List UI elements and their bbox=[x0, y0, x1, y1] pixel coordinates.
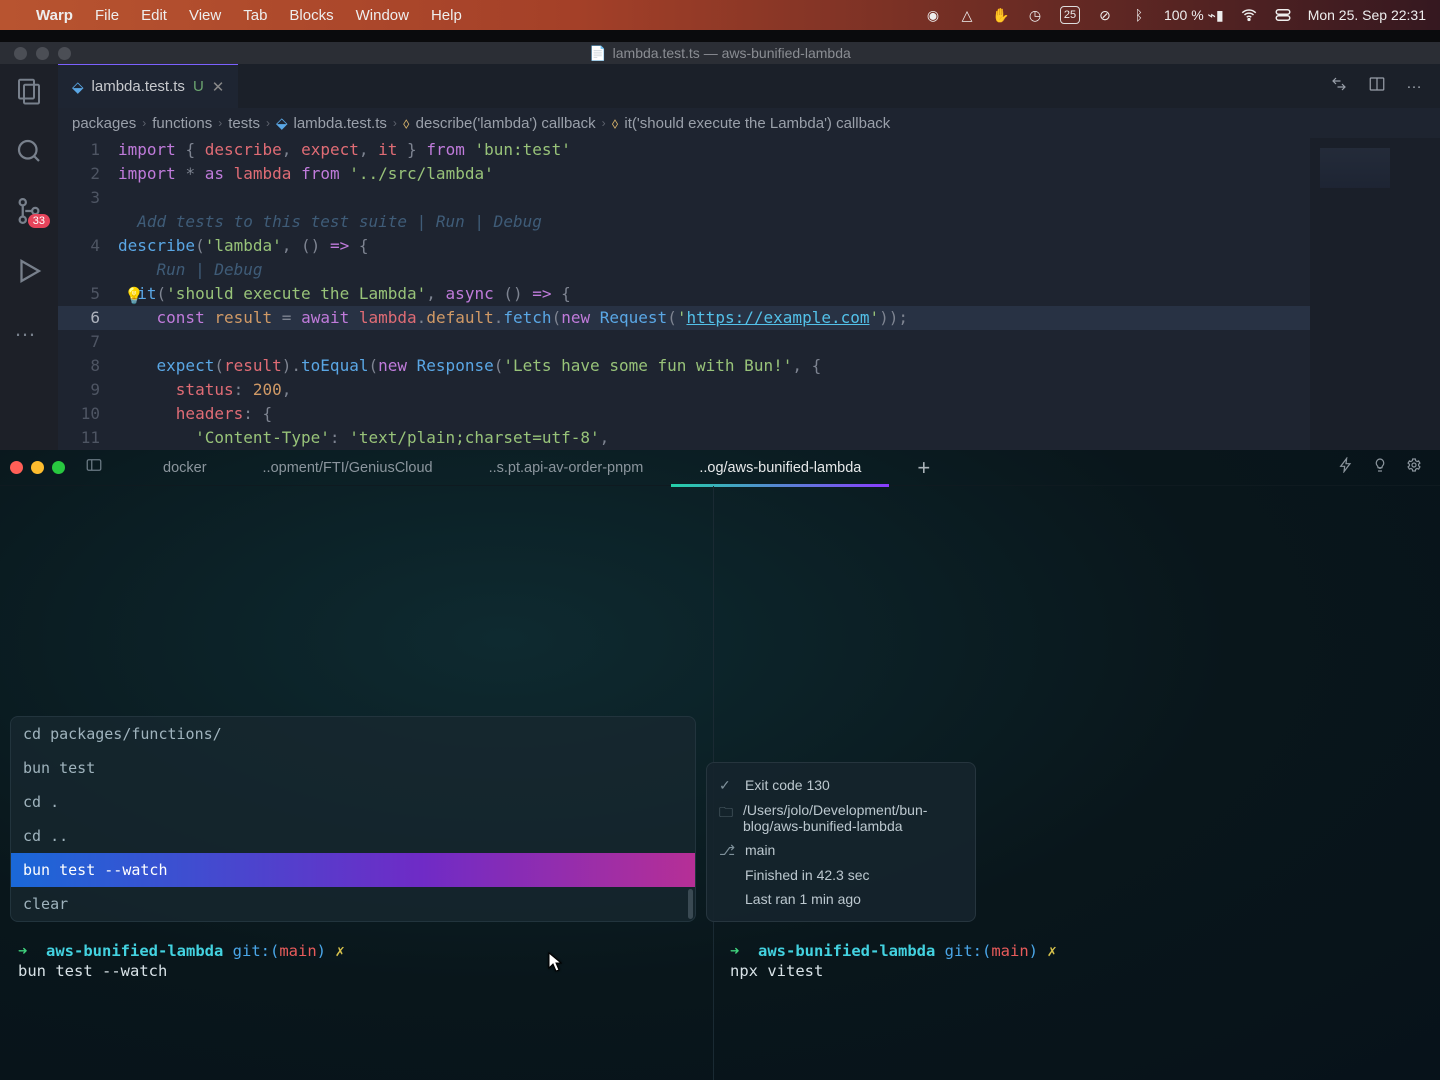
window-controls[interactable] bbox=[10, 461, 65, 474]
editor-tab[interactable]: ⬙ lambda.test.ts U ✕ bbox=[58, 64, 238, 108]
file-icon: 📄 bbox=[589, 45, 606, 62]
history-popup: cd packages/functions/ bun test cd . cd … bbox=[10, 716, 696, 922]
menubar-app[interactable]: Warp bbox=[36, 7, 73, 24]
warp-body[interactable]: cd packages/functions/ bun test cd . cd … bbox=[0, 486, 1440, 1080]
control-center-icon[interactable] bbox=[1274, 6, 1292, 24]
tab-close-icon[interactable]: ✕ bbox=[212, 78, 225, 96]
bc-seg[interactable]: tests bbox=[228, 115, 260, 132]
code-editor[interactable]: 💡 1import { describe, expect, it } from … bbox=[58, 138, 1440, 450]
search-icon[interactable] bbox=[14, 136, 44, 166]
record-icon[interactable]: ◉ bbox=[924, 6, 942, 24]
menubar-datetime[interactable]: Mon 25. Sep 22:31 bbox=[1308, 7, 1426, 23]
info-branch: main bbox=[745, 842, 775, 858]
codelens[interactable]: Run | Debug bbox=[157, 260, 263, 279]
hand-icon[interactable]: ✋ bbox=[992, 6, 1010, 24]
info-exit: Exit code 130 bbox=[745, 777, 830, 793]
menu-view[interactable]: View bbox=[189, 7, 221, 24]
symbol-icon: ⬨ bbox=[612, 115, 619, 132]
sidebar-icon[interactable] bbox=[85, 456, 103, 479]
bc-seg[interactable]: describe('lambda') callback bbox=[416, 115, 596, 132]
lightbulb-icon[interactable]: 💡 bbox=[124, 284, 144, 308]
editor-tabbar: ⬙ lambda.test.ts U ✕ … bbox=[58, 64, 1440, 108]
bc-seg[interactable]: functions bbox=[152, 115, 212, 132]
dnd-icon[interactable]: ⊘ bbox=[1096, 6, 1114, 24]
history-item-selected[interactable]: bun test --watch bbox=[11, 853, 695, 887]
warp-tab[interactable]: ..opment/FTI/GeniusCloud bbox=[235, 450, 461, 486]
activity-bar: 33 … bbox=[0, 64, 58, 450]
bc-seg[interactable]: packages bbox=[72, 115, 136, 132]
prompt-left: ➜ aws-bunified-lambda git:(main) ✗ bbox=[18, 942, 345, 960]
explorer-icon[interactable] bbox=[14, 76, 44, 106]
minimap[interactable] bbox=[1310, 138, 1440, 450]
history-item[interactable]: cd . bbox=[11, 785, 695, 819]
bc-seg[interactable]: lambda.test.ts bbox=[294, 115, 387, 132]
bc-seg[interactable]: it('should execute the Lambda') callback bbox=[624, 115, 890, 132]
info-duration: Finished in 42.3 sec bbox=[745, 867, 870, 883]
more-icon[interactable]: … bbox=[14, 316, 44, 346]
new-tab-button[interactable]: + bbox=[903, 455, 944, 481]
compare-icon[interactable] bbox=[1330, 75, 1348, 98]
wifi-icon[interactable] bbox=[1240, 6, 1258, 24]
info-lastrun: Last ran 1 min ago bbox=[745, 891, 861, 907]
warp-tab[interactable]: ..s.pt.api-av-order-pnpm bbox=[461, 450, 672, 486]
command-input-right[interactable]: npx vitest bbox=[730, 962, 823, 980]
ts-icon: ⬙ bbox=[276, 114, 288, 132]
menu-edit[interactable]: Edit bbox=[141, 7, 167, 24]
source-control-icon[interactable]: 33 bbox=[14, 196, 44, 226]
tab-git-status: U bbox=[193, 78, 204, 95]
editor-area: ⬙ lambda.test.ts U ✕ … packages› functio… bbox=[58, 64, 1440, 450]
history-item[interactable]: clear bbox=[11, 887, 695, 921]
ellipsis-icon[interactable]: … bbox=[1406, 75, 1422, 98]
hint-icon[interactable] bbox=[1372, 457, 1388, 478]
vscode-window: 📄 lambda.test.ts — aws-bunified-lambda 3… bbox=[0, 42, 1440, 450]
macos-menubar: Warp File Edit View Tab Blocks Window He… bbox=[0, 0, 1440, 30]
clock-icon[interactable]: ◷ bbox=[1026, 6, 1044, 24]
menu-file[interactable]: File bbox=[95, 7, 119, 24]
info-path: /Users/jolo/Development/bun-blog/aws-bun… bbox=[743, 802, 963, 834]
scrollbar[interactable] bbox=[688, 889, 693, 919]
menu-tab[interactable]: Tab bbox=[243, 7, 267, 24]
window-controls[interactable] bbox=[14, 47, 71, 60]
symbol-icon: ⬨ bbox=[403, 115, 410, 132]
vscode-titlebar: 📄 lambda.test.ts — aws-bunified-lambda bbox=[0, 42, 1440, 64]
warp-window: docker ..opment/FTI/GeniusCloud ..s.pt.a… bbox=[0, 450, 1440, 1080]
mouse-cursor bbox=[548, 952, 562, 972]
tab-filename: lambda.test.ts bbox=[92, 78, 185, 95]
warp-titlebar: docker ..opment/FTI/GeniusCloud ..s.pt.a… bbox=[0, 450, 1440, 486]
bolt-icon[interactable] bbox=[1338, 457, 1354, 478]
codelens[interactable]: Add tests to this test suite | Run | Deb… bbox=[137, 212, 542, 231]
warp-tab[interactable]: docker bbox=[135, 450, 235, 486]
command-info-popup: ✓ Exit code 130 🗀 /Users/jolo/Development/… bbox=[706, 762, 976, 922]
warp-tabs: docker ..opment/FTI/GeniusCloud ..s.pt.a… bbox=[135, 450, 889, 486]
split-editor-icon[interactable] bbox=[1368, 75, 1386, 98]
branch-icon: ⎇ bbox=[719, 842, 735, 859]
history-item[interactable]: bun test bbox=[11, 751, 695, 785]
menu-blocks[interactable]: Blocks bbox=[289, 7, 333, 24]
settings-icon[interactable] bbox=[1406, 457, 1422, 478]
run-debug-icon[interactable] bbox=[14, 256, 44, 286]
prompt-right: ➜ aws-bunified-lambda git:(main) ✗ bbox=[730, 942, 1057, 960]
breadcrumb[interactable]: packages› functions› tests› ⬙ lambda.tes… bbox=[58, 108, 1440, 138]
command-input-left[interactable]: bun test --watch bbox=[18, 962, 167, 980]
calendar-icon[interactable]: 25 bbox=[1060, 6, 1080, 24]
menu-help[interactable]: Help bbox=[431, 7, 462, 24]
check-icon: ✓ bbox=[719, 777, 735, 794]
history-item[interactable]: cd packages/functions/ bbox=[11, 717, 695, 751]
triangle-icon[interactable]: △ bbox=[958, 6, 976, 24]
history-item[interactable]: cd .. bbox=[11, 819, 695, 853]
warp-tab[interactable]: ..og/aws-bunified-lambda bbox=[671, 450, 889, 486]
battery-status[interactable]: 100 % ⌁▮ bbox=[1164, 7, 1224, 24]
vscode-title-text: lambda.test.ts — aws-bunified-lambda bbox=[613, 45, 851, 61]
ts-icon: ⬙ bbox=[72, 78, 84, 96]
folder-icon: 🗀 bbox=[719, 802, 733, 826]
scm-badge: 33 bbox=[28, 214, 50, 228]
bluetooth-icon[interactable]: ᛒ bbox=[1130, 6, 1148, 24]
menu-window[interactable]: Window bbox=[356, 7, 409, 24]
